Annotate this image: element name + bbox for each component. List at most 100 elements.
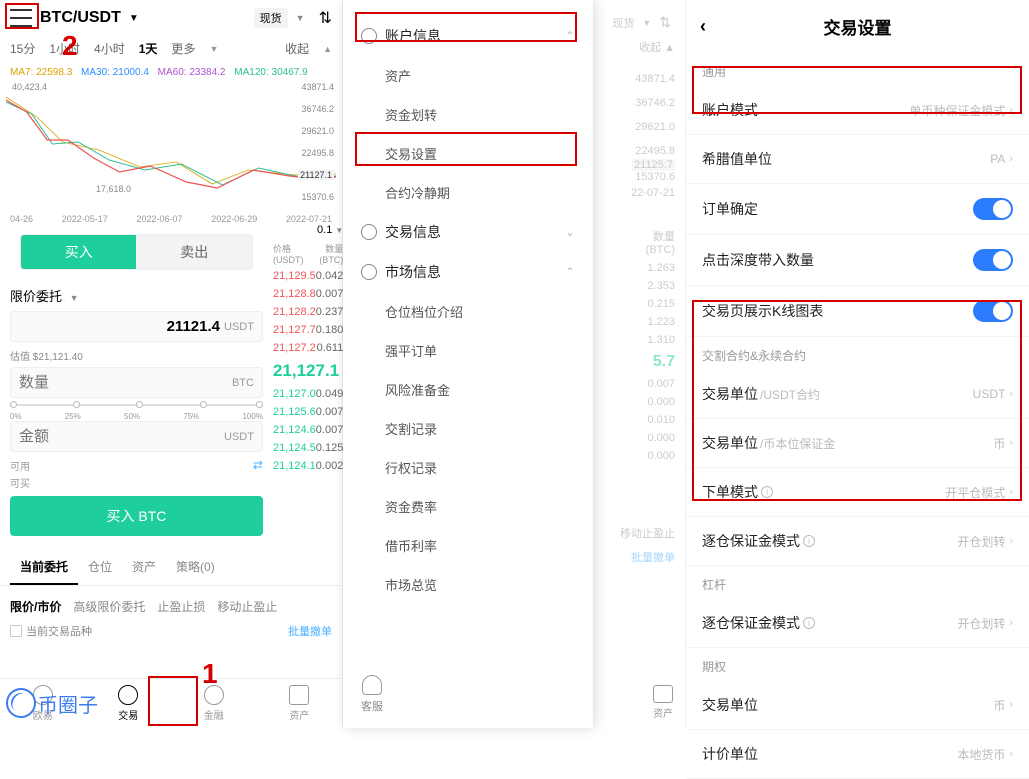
- sell-tab[interactable]: 卖出: [136, 235, 251, 269]
- drawer-item-market-overview[interactable]: 市场总览: [361, 565, 575, 604]
- amount-input[interactable]: [19, 428, 220, 445]
- row-trade-unit-usdt[interactable]: 交易单位/USDT合约 USDT›: [686, 370, 1029, 419]
- drawer-footer-support[interactable]: 客服: [361, 675, 383, 714]
- highlight-num-1: 1: [202, 658, 218, 690]
- collapse-button[interactable]: 收起: [285, 40, 309, 57]
- subtab-trailing[interactable]: 移动止盈止: [217, 592, 289, 621]
- nav-assets[interactable]: 资产: [257, 679, 343, 728]
- drawer-item-funding[interactable]: 资金费率: [361, 487, 575, 526]
- orderbook-header: 价格(USDT) 数量(BTC): [273, 240, 343, 267]
- chevron-up-icon: ⌃: [565, 29, 575, 43]
- tf-4h[interactable]: 4小时: [94, 40, 125, 57]
- order-subtype-tabs: 限价/市价 高级限价委托 止盈止损 移动止盈止: [0, 586, 342, 621]
- x-tick: 2022-06-07: [136, 214, 182, 224]
- ma-indicators: MA7: 22598.3 MA30: 21000.4 MA60: 23384.2…: [0, 61, 342, 80]
- batch-cancel-button[interactable]: 批量撤单: [288, 623, 332, 639]
- qty-input[interactable]: [19, 374, 228, 391]
- watermark-logo: 币圈子: [6, 688, 98, 718]
- subtab-advanced[interactable]: 高级限价委托: [73, 592, 157, 621]
- hamburger-menu-icon[interactable]: [10, 9, 32, 27]
- row-trade-unit-coin[interactable]: 交易单位/币本位保证金 币›: [686, 419, 1029, 468]
- pair-dropdown-icon[interactable]: ▼: [129, 13, 139, 24]
- orderbook-mid-price[interactable]: 21,127.1: [273, 357, 343, 385]
- price-input-box: USDT: [10, 311, 263, 342]
- drawer-item-tier-intro[interactable]: 仓位档位介绍: [361, 292, 575, 331]
- chevron-right-icon: ›: [1009, 748, 1013, 760]
- ma60-value: MA60: 23384.2: [158, 67, 226, 78]
- row-depth-fill[interactable]: 点击深度带入数量: [686, 235, 1029, 286]
- bid-row[interactable]: 21,127.00.049: [273, 385, 343, 403]
- logo-text: 币圈子: [38, 689, 98, 718]
- bid-row[interactable]: 21,125.60.007: [273, 403, 343, 421]
- bid-row[interactable]: 21,124.10.002: [273, 457, 343, 475]
- transfer-icon[interactable]: ⇄: [253, 458, 263, 473]
- order-type-selector[interactable]: 限价委托 ▼: [10, 280, 263, 311]
- tf-15m[interactable]: 15分: [10, 40, 35, 57]
- price-chart[interactable]: 43871.4 36746.2 29621.0 22495.8 21127.1 …: [6, 82, 336, 212]
- subtab-limit-market[interactable]: 限价/市价: [10, 592, 73, 621]
- nav-trade[interactable]: 交易: [86, 679, 172, 728]
- avail-sell-label: 可用: [10, 458, 30, 473]
- drawer-item-assets[interactable]: 资产: [361, 56, 575, 95]
- ask-row[interactable]: 21,127.20.611: [273, 339, 343, 357]
- toggle-order-confirm[interactable]: [973, 198, 1013, 220]
- y-axis-label: 36746.2: [301, 104, 334, 114]
- row-options-quote-unit[interactable]: 计价单位 本地货币›: [686, 730, 1029, 779]
- row-isolated-margin-mode[interactable]: 逐仓保证金模式i 开仓划转›: [686, 517, 1029, 566]
- subtab-tpsl[interactable]: 止盈止损: [157, 592, 217, 621]
- row-show-kline[interactable]: 交易页展示K线图表: [686, 286, 1029, 337]
- bid-row[interactable]: 21,124.60.007: [273, 421, 343, 439]
- chevron-up-icon: ▲: [323, 44, 332, 54]
- row-options-trade-unit[interactable]: 交易单位 币›: [686, 681, 1029, 730]
- drawer-item-trade-settings[interactable]: 交易设置: [361, 134, 575, 173]
- tf-1d[interactable]: 1天: [139, 40, 158, 57]
- trading-pair[interactable]: BTC/USDT: [40, 9, 121, 27]
- buy-tab[interactable]: 买入: [21, 235, 136, 269]
- drawer-item-cooldown[interactable]: 合约冷静期: [361, 173, 575, 212]
- bid-row[interactable]: 21,124.50.125: [273, 439, 343, 457]
- info-icon[interactable]: i: [803, 535, 815, 547]
- chart-low: 17,618.0: [96, 184, 131, 194]
- trade-settings-panel: ‹ 交易设置 通用 账户模式 单币种保证金模式› 希腊值单位 PA› 订单确定 …: [686, 0, 1029, 728]
- current-pair-checkbox[interactable]: [10, 625, 22, 637]
- y-axis-label: 29621.0: [301, 126, 334, 136]
- buy-submit-button[interactable]: 买入 BTC: [10, 496, 263, 536]
- trade-icon: [118, 685, 138, 705]
- back-button[interactable]: ‹: [700, 16, 720, 37]
- drawer-account-section[interactable]: 账户信息 ⌃: [361, 16, 575, 56]
- ask-row[interactable]: 21,128.80.007: [273, 285, 343, 303]
- ask-row[interactable]: 21,129.50.042: [273, 267, 343, 285]
- qty-input-box: BTC: [10, 367, 263, 398]
- drawer-item-insurance[interactable]: 风险准备金: [361, 370, 575, 409]
- drawer-item-exercise[interactable]: 行权记录: [361, 448, 575, 487]
- row-order-mode[interactable]: 下单模式i 开平仓模式›: [686, 468, 1029, 517]
- percent-slider[interactable]: [10, 404, 263, 406]
- tab-current-orders[interactable]: 当前委托: [10, 550, 78, 585]
- price-input[interactable]: [19, 318, 220, 335]
- account-dropdown-icon[interactable]: ▼: [296, 13, 305, 23]
- row-greeks-unit[interactable]: 希腊值单位 PA›: [686, 135, 1029, 184]
- row-leverage-isolated-margin[interactable]: 逐仓保证金模式i 开仓划转›: [686, 599, 1029, 648]
- ask-row[interactable]: 21,127.70.180: [273, 321, 343, 339]
- row-account-mode[interactable]: 账户模式 单币种保证金模式›: [686, 86, 1029, 135]
- drawer-item-transfer[interactable]: 资金划转: [361, 95, 575, 134]
- drawer-item-liquidation[interactable]: 强平订单: [361, 331, 575, 370]
- account-type-badge[interactable]: 现货: [254, 8, 288, 28]
- tab-strategy[interactable]: 策略(0): [166, 550, 225, 585]
- ask-row[interactable]: 21,128.20.237: [273, 303, 343, 321]
- toggle-depth-fill[interactable]: [973, 249, 1013, 271]
- row-order-confirm[interactable]: 订单确定: [686, 184, 1029, 235]
- settings-swap-icon[interactable]: ⇅: [319, 8, 332, 28]
- toggle-show-kline[interactable]: [973, 300, 1013, 322]
- orderbook-step-selector[interactable]: 0.1 ▼: [273, 224, 343, 236]
- drawer-market-info-section[interactable]: 市场信息 ⌃: [361, 252, 575, 292]
- tab-assets[interactable]: 资产: [122, 550, 166, 585]
- drawer-trade-info-section[interactable]: 交易信息 ⌄: [361, 212, 575, 252]
- info-icon[interactable]: i: [761, 486, 773, 498]
- drawer-item-delivery[interactable]: 交割记录: [361, 409, 575, 448]
- info-icon[interactable]: i: [803, 617, 815, 629]
- tf-more[interactable]: 更多: [171, 40, 195, 57]
- tab-positions[interactable]: 仓位: [78, 550, 122, 585]
- ma120-value: MA120: 30467.9: [234, 67, 307, 78]
- drawer-item-loan-rate[interactable]: 借币利率: [361, 526, 575, 565]
